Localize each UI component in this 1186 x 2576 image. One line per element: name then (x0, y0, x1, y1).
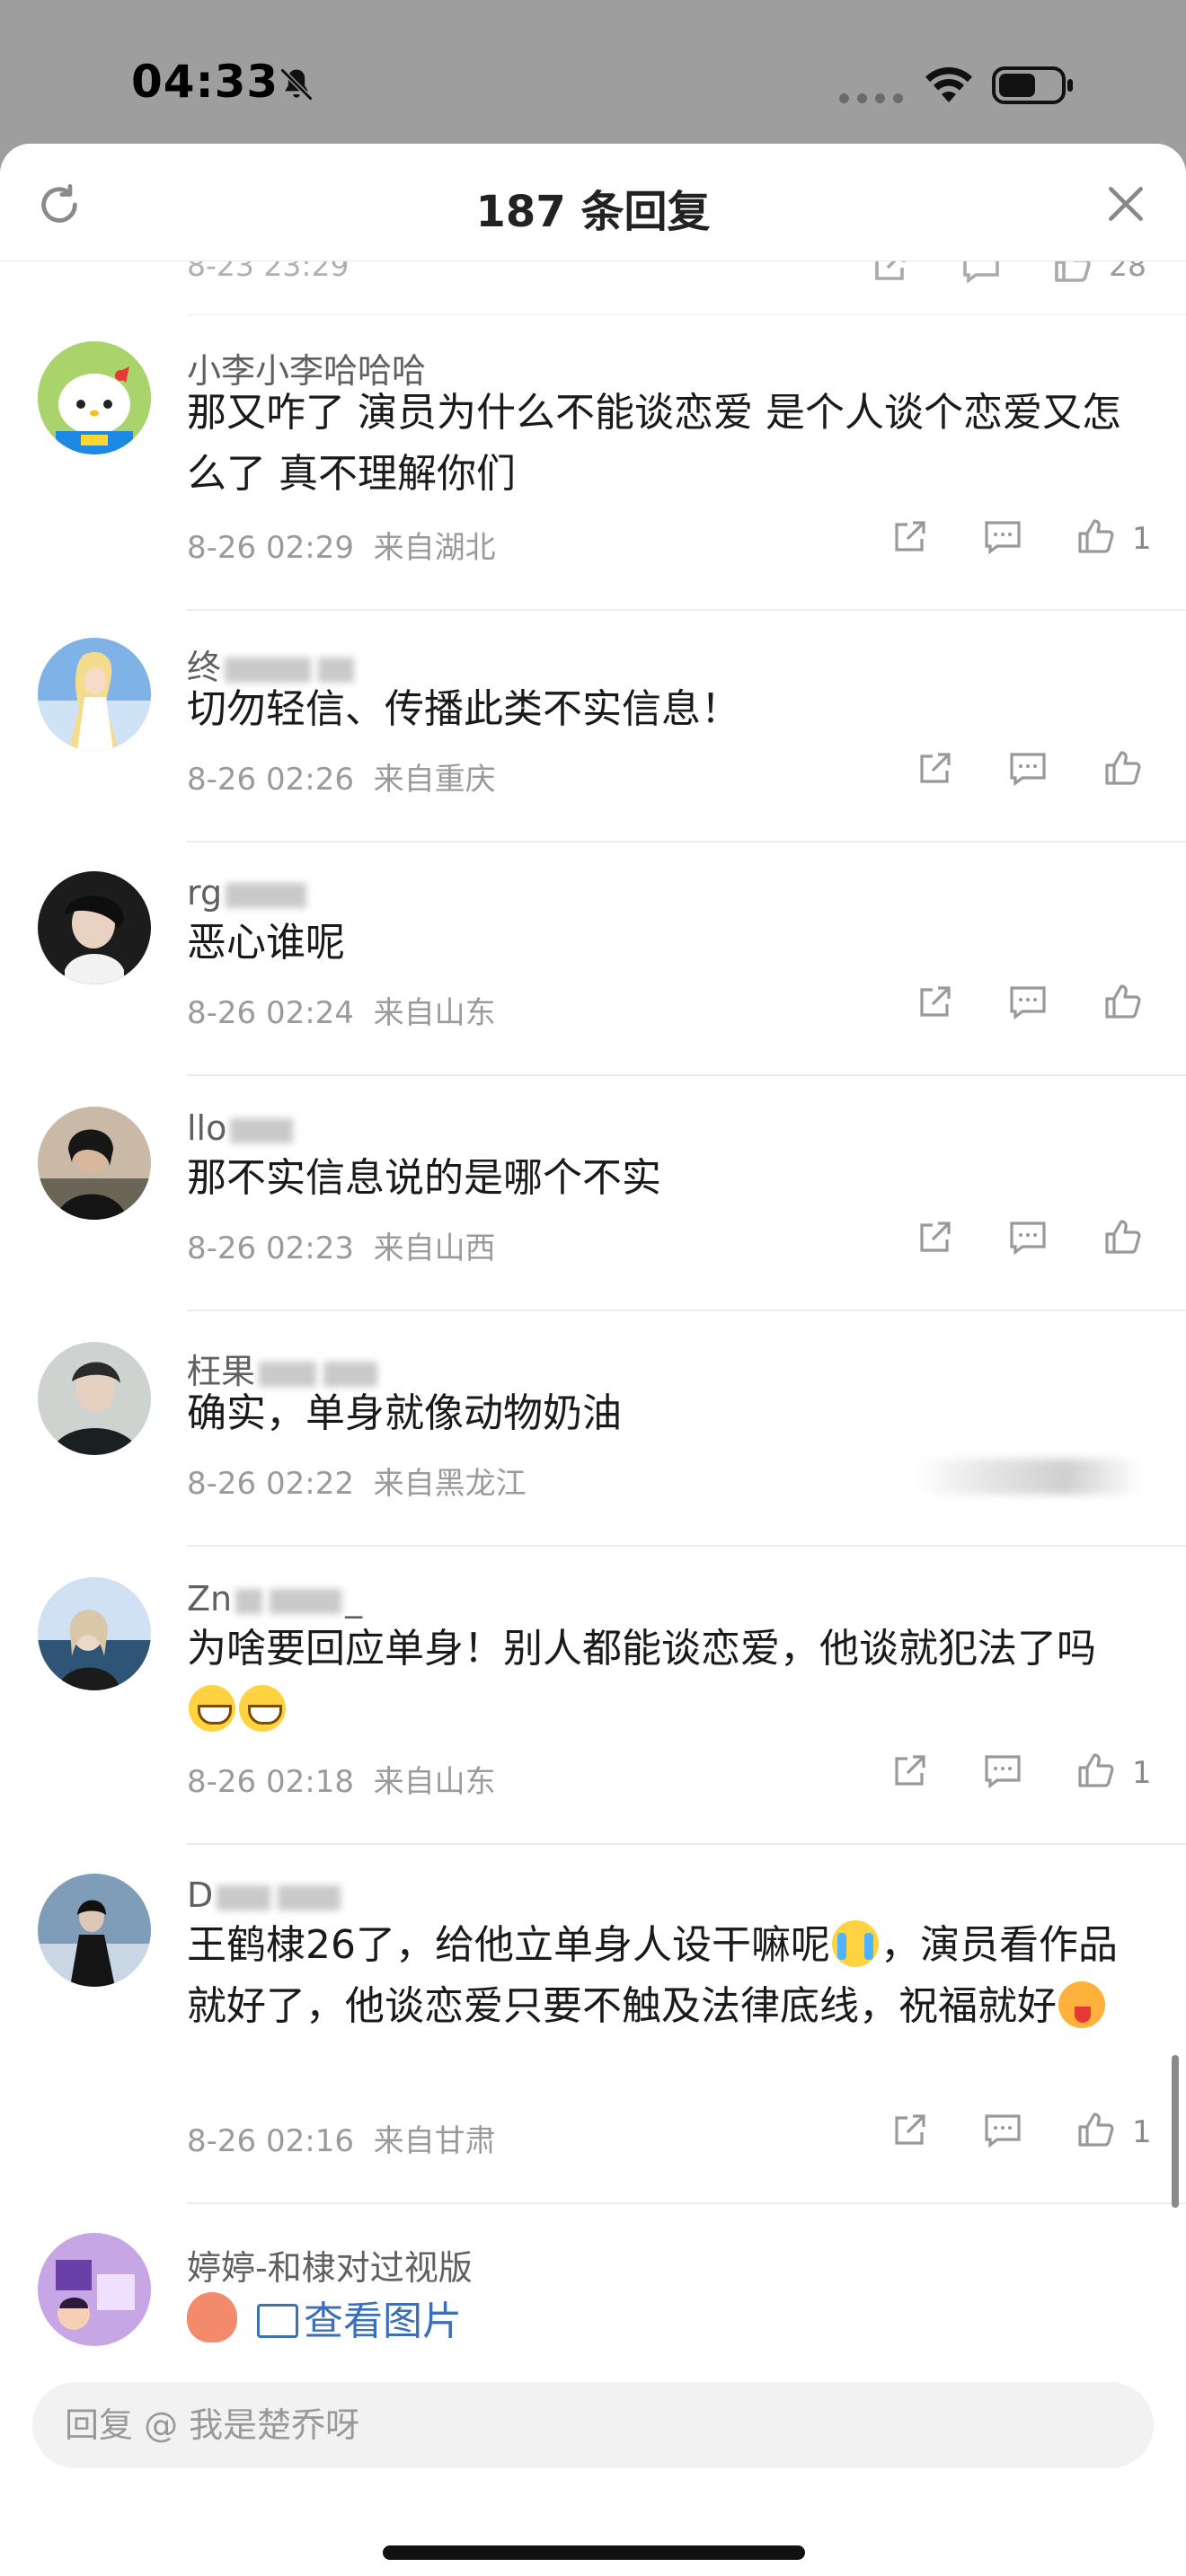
comment-text: 切勿轻信、传播此类不实信息！ (187, 686, 740, 732)
image-icon (257, 2304, 298, 2338)
divider (187, 1843, 1186, 1845)
comment-actions (0, 981, 1186, 1031)
like-count: 1 (1132, 1755, 1152, 1791)
like-icon[interactable] (1102, 981, 1145, 1024)
bell-mute-icon (279, 67, 314, 101)
previous-comment-footer: 8-23 23:29 28 (0, 260, 1186, 313)
comment-actions (0, 747, 1186, 798)
comment-meta: 8-26 02:22 来自黑龙江 (187, 1466, 527, 1502)
share-icon[interactable] (868, 260, 911, 287)
avatar[interactable] (38, 1107, 151, 1220)
comment-item: 枉果 确实，单身就像动物奶油 8-26 02:22 来自黑龙江 (0, 1342, 1186, 1575)
divider (187, 1074, 1186, 1076)
comment-item: 终 切勿轻信、传播此类不实信息！ 8-26 02:26 来自重庆 (0, 638, 1186, 871)
avatar[interactable] (38, 341, 151, 454)
page-title: 187 条回复 (475, 187, 711, 237)
divider (187, 314, 1186, 315)
username[interactable]: rg (187, 873, 310, 913)
divider (187, 841, 1186, 842)
comment-text: 为啥要回应单身！别人都能谈恋爱，他谈就犯法了吗 (187, 1619, 1139, 1741)
divider (187, 2202, 1186, 2204)
comment-item: llo 那不实信息说的是哪个不实 8-26 02:23 来自山西 (0, 1107, 1186, 1340)
comment-item: 婷婷-和棣对过视版 查看图片 (0, 2233, 1186, 2368)
grin-emoji-icon (189, 1685, 235, 1732)
status-time: 04:33 (131, 56, 279, 108)
like-icon[interactable] (1102, 747, 1145, 790)
divider (187, 1310, 1186, 1311)
like-icon[interactable] (1075, 516, 1118, 559)
sheet-header: 187 条回复 (0, 144, 1186, 261)
comment-item: rg 恶心谁呢 8-26 02:24 来自山东 (0, 871, 1186, 1105)
comment-time: 8-23 23:29 (187, 260, 350, 283)
tongue-emoji-icon (1058, 1981, 1105, 2028)
avatar[interactable] (38, 1874, 151, 1987)
username[interactable]: D (187, 1875, 344, 1915)
avatar[interactable] (38, 1342, 151, 1455)
comment-icon[interactable] (981, 1750, 1024, 1793)
grin-emoji-icon (239, 1685, 286, 1732)
share-icon[interactable] (913, 981, 956, 1024)
like-icon[interactable] (1075, 1750, 1118, 1793)
share-icon[interactable] (888, 516, 931, 559)
home-indicator[interactable] (383, 2545, 805, 2560)
username[interactable]: llo (187, 1108, 296, 1148)
avatar[interactable] (38, 871, 151, 984)
comment-actions: 1 (0, 516, 1186, 566)
comment-item: Zn _ 为啥要回应单身！别人都能谈恋爱，他谈就犯法了吗 8-26 02:18 来… (0, 1577, 1186, 1874)
reply-bar: 回复 @ 我是楚乔呀 (0, 2360, 1186, 2576)
comment-icon[interactable] (1006, 747, 1049, 790)
like-count: 1 (1132, 2114, 1152, 2150)
comment-actions: 1 (0, 1750, 1186, 1800)
battery-icon (992, 66, 1073, 104)
avatar[interactable] (38, 1577, 151, 1690)
like-count: 1 (1132, 521, 1152, 557)
emoji-sticker-icon (187, 2292, 237, 2342)
status-bar: 04:33 (0, 0, 1186, 144)
comment-actions: 1 (0, 2109, 1186, 2159)
username[interactable]: Zn _ (187, 1579, 362, 1619)
signal-dots (839, 93, 903, 103)
comment-icon[interactable] (1006, 1216, 1049, 1259)
close-icon[interactable] (1103, 181, 1148, 226)
comment-text: 那又咋了 演员为什么不能谈恋爱 是个人谈个恋爱又怎么了 真不理解你们 (187, 390, 1121, 497)
wifi-icon (925, 66, 972, 102)
comment-text: 王鹤棣26了，给他立单身人设干嘛呢 ，演员看作品就好了，他谈恋爱只要不触及法律底线… (187, 1920, 1118, 2029)
divider (187, 1545, 1186, 1547)
blurred-actions (916, 1459, 1141, 1495)
like-count: 28 (1109, 260, 1146, 283)
view-image-link[interactable]: 查看图片 (257, 2289, 462, 2346)
crying-emoji-icon (832, 1920, 879, 1967)
comment-actions (0, 1216, 1186, 1266)
avatar[interactable] (38, 638, 151, 751)
comment-text: 那不实信息说的是哪个不实 (187, 1155, 661, 1201)
replies-sheet: 187 条回复 8-23 23:29 28 小李小李哈哈哈 那又咋了 演员为什么… (0, 144, 1186, 2576)
reply-input[interactable]: 回复 @ 我是楚乔呀 (32, 2382, 1154, 2468)
share-icon[interactable] (913, 1216, 956, 1259)
comment-icon[interactable] (960, 260, 1003, 287)
divider (187, 609, 1186, 611)
comment-text: 确实，单身就像动物奶油 (187, 1390, 622, 1436)
comment-item: D 王鹤棣26了，给他立单身人设干嘛呢 ，演员看作品就好了，他谈恋爱只要不触及法律… (0, 1874, 1186, 2233)
username[interactable]: 婷婷-和棣对过视版 (187, 2240, 473, 2289)
comment-icon[interactable] (981, 516, 1024, 559)
scrollbar[interactable] (1172, 2055, 1179, 2208)
share-icon[interactable] (913, 747, 956, 790)
comment-icon[interactable] (981, 2109, 1024, 2152)
comment-text: 恶心谁呢 (187, 920, 345, 966)
comment-icon[interactable] (1006, 981, 1049, 1024)
like-icon[interactable] (1102, 1216, 1145, 1259)
share-icon[interactable] (888, 1750, 931, 1793)
share-icon[interactable] (888, 2109, 931, 2152)
avatar[interactable] (38, 2233, 151, 2346)
like-icon[interactable] (1051, 260, 1094, 287)
like-icon[interactable] (1075, 2109, 1118, 2152)
